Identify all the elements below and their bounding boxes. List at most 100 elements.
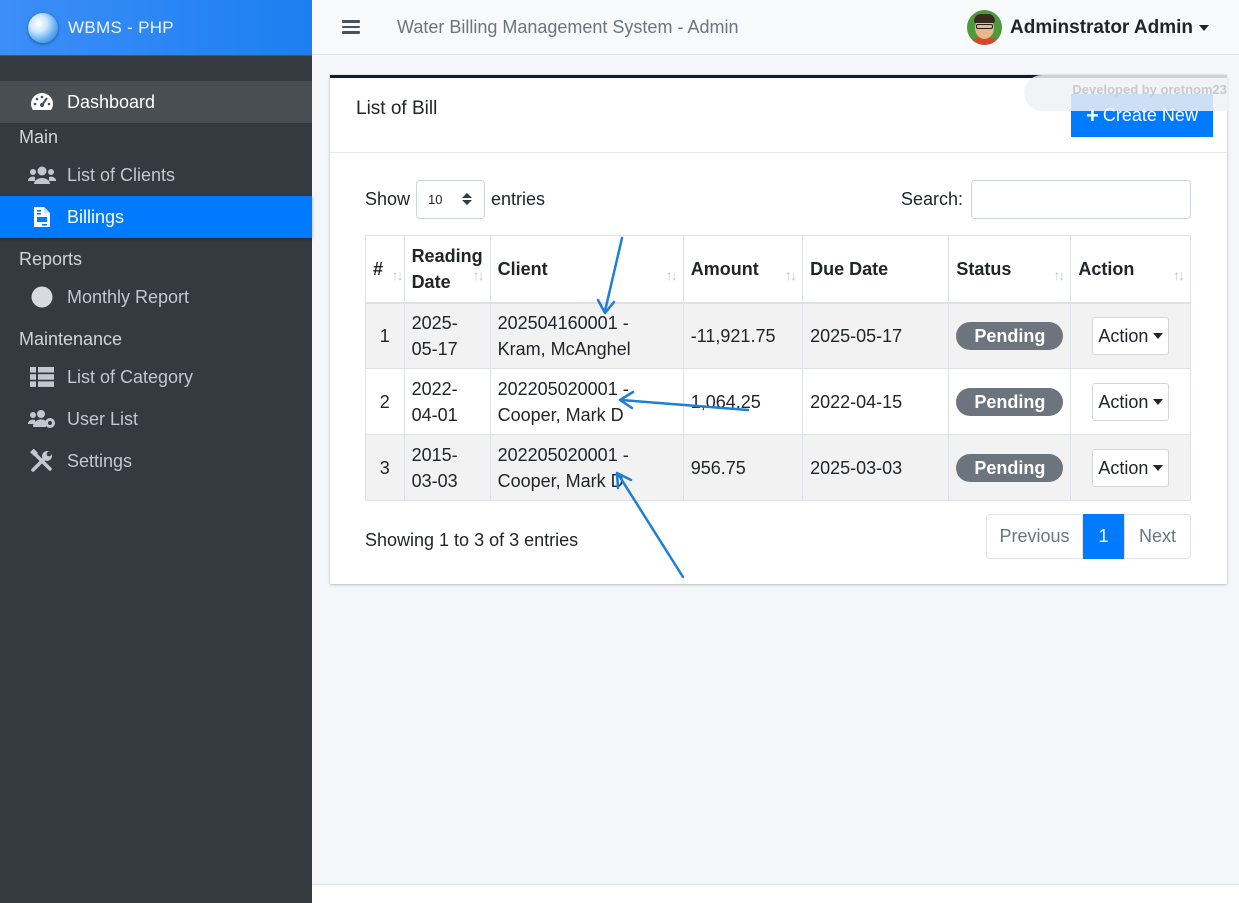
- status-badge: Pending: [956, 453, 1064, 482]
- entries-length: Show 10 entries: [365, 179, 545, 219]
- action-dropdown-button[interactable]: Action: [1092, 448, 1170, 487]
- caret-down-icon: [1153, 398, 1164, 405]
- app-title: Water Billing Management System - Admin: [397, 16, 739, 37]
- users-icon: [28, 163, 56, 187]
- cell-client: 202504160001 - Kram, McAnghel: [489, 302, 684, 369]
- card-header: List of Bill + Create New Developed by o…: [330, 75, 1229, 153]
- sidebar-item-label: List of Clients: [67, 164, 176, 185]
- cell-action: Action: [1070, 302, 1191, 369]
- sort-icon: ↑↓: [785, 267, 797, 283]
- developer-watermark: Developed by oretnom23: [1024, 75, 1229, 111]
- action-dropdown-button[interactable]: Action: [1092, 382, 1170, 421]
- sidebar-nav: Dashboard Main List of Clients Billings …: [0, 56, 312, 482]
- sidebar-item-monthly-report[interactable]: Monthly Report: [0, 276, 312, 318]
- status-badge: Pending: [956, 387, 1064, 416]
- show-label: Show: [365, 188, 411, 209]
- column-header-client[interactable]: Client ↑↓: [489, 235, 684, 304]
- cell-due-date: 2022-04-15: [802, 368, 950, 435]
- cell-reading-date: 2022-04-01: [403, 368, 491, 435]
- column-header-action[interactable]: Action ↑↓: [1070, 235, 1191, 304]
- file-invoice-icon: [28, 205, 56, 229]
- page-1-button[interactable]: 1: [1083, 514, 1124, 559]
- menu-toggle-icon[interactable]: [342, 17, 360, 37]
- action-dropdown-button[interactable]: Action: [1092, 316, 1170, 355]
- user-name: Adminstrator Admin: [1010, 16, 1193, 38]
- sidebar: WBMS - PHP Dashboard Main List of Client…: [0, 0, 312, 903]
- column-header-reading-date[interactable]: Reading Date ↑↓: [403, 235, 491, 304]
- page-footer: [312, 884, 1239, 903]
- column-header-amount[interactable]: Amount ↑↓: [682, 235, 804, 304]
- sort-icon: ↑↓: [1173, 267, 1185, 283]
- sidebar-item-clients[interactable]: List of Clients: [0, 154, 312, 196]
- cell-due-date: 2025-03-03: [802, 434, 950, 501]
- bill-list-card: List of Bill + Create New Developed by o…: [330, 75, 1229, 584]
- cell-status: Pending: [948, 368, 1072, 435]
- caret-down-icon: [1199, 24, 1209, 31]
- previous-page-button[interactable]: Previous: [986, 514, 1083, 559]
- next-page-button[interactable]: Next: [1124, 514, 1191, 559]
- user-menu[interactable]: Adminstrator Admin: [967, 10, 1209, 45]
- status-badge: Pending: [956, 321, 1064, 350]
- cell-status: Pending: [948, 302, 1072, 369]
- caret-down-icon: [1153, 464, 1164, 471]
- sidebar-item-user-list[interactable]: User List: [0, 398, 312, 440]
- cell-reading-date: 2025-05-17: [403, 302, 491, 369]
- entries-label: entries: [491, 188, 546, 209]
- avatar: [967, 10, 1003, 45]
- circle-icon: [28, 285, 56, 309]
- table-list-icon: [28, 365, 56, 389]
- top-navbar: Water Billing Management System - Admin …: [312, 0, 1239, 55]
- caret-down-icon: [1153, 332, 1164, 339]
- sidebar-item-label: Monthly Report: [67, 286, 190, 307]
- cell-action: Action: [1070, 434, 1191, 501]
- sort-icon: ↑↓: [472, 267, 485, 283]
- nav-header-maintenance: Maintenance: [19, 329, 123, 349]
- sidebar-item-category[interactable]: List of Category: [0, 356, 312, 398]
- sidebar-item-billings[interactable]: Billings: [0, 196, 312, 238]
- brand-link[interactable]: WBMS - PHP: [0, 0, 312, 56]
- cell-due-date: 2025-05-17: [802, 302, 950, 369]
- sidebar-item-label: Settings: [67, 450, 133, 471]
- cell-status: Pending: [948, 434, 1072, 501]
- card-title: List of Bill: [356, 98, 438, 119]
- cell-action: Action: [1070, 368, 1191, 435]
- column-header-due-date[interactable]: Due Date: [802, 235, 950, 304]
- sidebar-item-dashboard[interactable]: Dashboard: [0, 81, 312, 123]
- entries-value: 10: [428, 191, 443, 207]
- cell-num: 2: [365, 368, 405, 435]
- tools-icon: [28, 449, 56, 473]
- sidebar-item-settings[interactable]: Settings: [0, 440, 312, 482]
- water-drop-logo: [28, 12, 58, 43]
- sidebar-item-label: User List: [67, 408, 139, 429]
- sort-icon: ↑↓: [1053, 267, 1065, 283]
- sidebar-item-label: Billings: [67, 206, 125, 227]
- table-row: 3 2015-03-03 202205020001 - Cooper, Mark…: [365, 434, 1191, 501]
- column-header-num[interactable]: # ↑↓: [365, 235, 405, 304]
- entries-select[interactable]: 10: [416, 179, 486, 219]
- cell-client: 202205020001 - Cooper, Mark D: [489, 434, 684, 501]
- cell-num: 3: [365, 434, 405, 501]
- cell-num: 1: [365, 302, 405, 369]
- sidebar-item-label: Dashboard: [67, 91, 156, 112]
- brand-title: WBMS - PHP: [68, 17, 174, 37]
- table-info: Showing 1 to 3 of 3 entries: [365, 530, 579, 550]
- search-label: Search:: [900, 188, 963, 209]
- cell-amount: 956.75: [682, 434, 804, 501]
- sort-icon: ↑↓: [391, 267, 404, 283]
- cell-amount: -11,921.75: [682, 302, 804, 369]
- column-header-status[interactable]: Status ↑↓: [948, 235, 1072, 304]
- sort-icon: ↑↓: [665, 267, 678, 283]
- table-row: 2 2022-04-01 202205020001 - Cooper, Mark…: [365, 368, 1191, 435]
- cell-reading-date: 2015-03-03: [403, 434, 491, 501]
- nav-header-reports: Reports: [19, 249, 83, 269]
- tachometer-icon: [28, 90, 56, 114]
- table-row: 1 2025-05-17 202504160001 - Kram, McAngh…: [365, 302, 1191, 369]
- pagination: Previous 1 Next: [986, 514, 1191, 559]
- search-input[interactable]: [971, 179, 1191, 219]
- table-controls: Show 10 entries Search:: [365, 179, 1191, 219]
- sidebar-item-label: List of Category: [67, 366, 194, 387]
- cell-amount: 1,064.25: [682, 368, 804, 435]
- select-arrows-icon: [462, 193, 473, 205]
- cell-client: 202205020001 - Cooper, Mark D: [489, 368, 684, 435]
- table-header-row: # ↑↓ Reading Date ↑↓ Client ↑↓ Amount ↑↓ Due…: [365, 235, 1191, 304]
